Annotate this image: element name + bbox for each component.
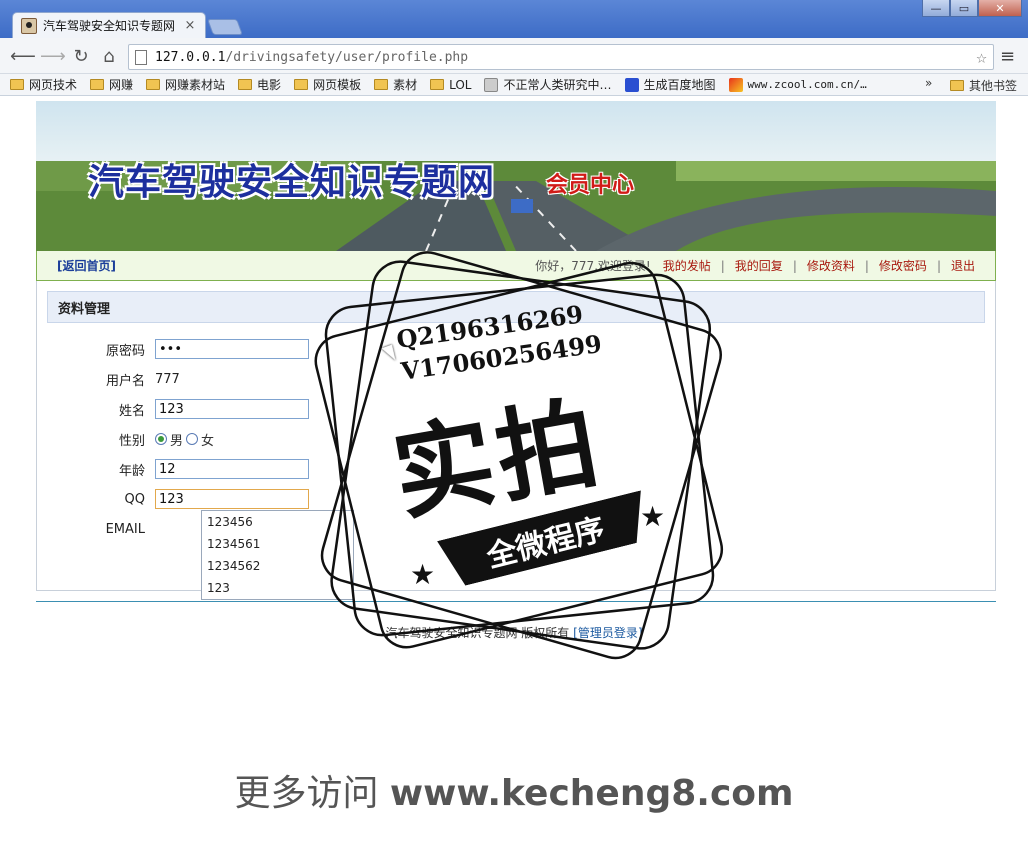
username-value: 777	[155, 371, 180, 387]
zcool-icon	[728, 77, 743, 92]
bookmark-item[interactable]: LOL	[430, 78, 471, 92]
url-host: 127.0.0.1	[155, 49, 226, 65]
bookmark-item[interactable]: 生成百度地图	[624, 76, 716, 93]
bookmarks-overflow-icon[interactable]: »	[925, 76, 932, 90]
new-tab-button[interactable]	[207, 19, 243, 35]
username-label: 用户名	[105, 373, 145, 389]
age-row: 年龄	[0, 458, 309, 480]
qq-row: QQ	[0, 488, 309, 510]
site-title: 汽车驾驶安全知识专题网	[88, 161, 496, 203]
site-favicon-icon	[21, 17, 37, 34]
star-icon: ★	[410, 558, 436, 591]
old-password-row: 原密码	[0, 338, 309, 360]
tab-close-icon[interactable]: ×	[183, 18, 197, 33]
site-banner: 汽车驾驶安全知识专题网 会员中心	[36, 101, 996, 251]
bookmark-item[interactable]: 素材	[374, 76, 417, 93]
email-label: EMAIL	[105, 521, 145, 537]
site-subtitle: 会员中心	[546, 173, 635, 198]
nav-separator: |	[936, 258, 941, 273]
bookmarks-bar: 网页技术 网赚 网赚素材站 电影 网页模板 素材 LOL 不正常人类研究中… 生…	[0, 74, 1028, 96]
bookmark-item[interactable]: 电影	[238, 76, 281, 93]
star-icon: ★	[640, 500, 666, 533]
nav-separator: |	[864, 258, 869, 273]
gender-male-radio[interactable]	[155, 433, 167, 445]
age-input[interactable]	[155, 459, 309, 479]
old-password-input[interactable]	[155, 339, 309, 359]
url-path: /drivingsafety/user/profile.php	[225, 49, 469, 65]
browser-toolbar: ⟵ ⟶ ↻ ⌂ 127.0.0.1 /drivingsafety/user/pr…	[0, 38, 1028, 74]
qq-input[interactable]	[155, 489, 309, 509]
folder-icon	[90, 79, 105, 90]
folder-icon	[430, 79, 445, 90]
bottom-watermark-prefix: 更多访问	[234, 773, 390, 814]
folder-icon	[10, 79, 24, 90]
site-icon	[484, 77, 499, 92]
bookmark-item[interactable]: 网赚素材站	[146, 76, 225, 93]
email-row: EMAIL	[0, 518, 155, 540]
tab-title: 汽车驾驶安全知识专题网	[43, 19, 176, 33]
gender-label: 性别	[118, 433, 145, 449]
browser-titlebar: 汽车驾驶安全知识专题网 × — ▭ ✕	[0, 0, 1028, 38]
close-window-button[interactable]: ✕	[978, 0, 1022, 17]
bookmark-star-icon[interactable]: ☆	[976, 47, 987, 68]
bookmark-item[interactable]: 不正常人类研究中…	[484, 76, 612, 93]
change-password-link[interactable]: 修改密码	[879, 257, 927, 274]
browser-menu-icon[interactable]: ≡	[1000, 46, 1015, 67]
bookmark-item[interactable]: 网页技术	[10, 76, 77, 93]
forward-arrow-icon[interactable]: ⟶	[40, 46, 66, 68]
page-icon	[135, 49, 147, 65]
bottom-watermark-url: www.kecheng8.com	[389, 773, 794, 814]
maximize-button[interactable]: ▭	[950, 0, 978, 17]
watermark-stamp: Q2196316269 V17060256499 实拍 全微程序 ★ ★	[310, 250, 730, 670]
folder-icon	[294, 79, 309, 90]
minimize-button[interactable]: —	[922, 0, 950, 17]
username-row: 用户名 777	[0, 368, 180, 390]
bookmark-item[interactable]: 网赚	[90, 76, 133, 93]
gender-row: 性别 男 女	[0, 428, 217, 450]
browser-tab[interactable]: 汽车驾驶安全知识专题网 ×	[12, 12, 206, 38]
folder-icon	[238, 79, 253, 90]
my-replies-link[interactable]: 我的回复	[735, 257, 783, 274]
name-row: 姓名	[0, 398, 309, 420]
edit-profile-link[interactable]: 修改资料	[807, 257, 855, 274]
back-home-link[interactable]: [返回首页]	[57, 257, 116, 274]
age-label: 年龄	[118, 463, 145, 479]
qq-label: QQ	[124, 491, 145, 507]
folder-icon	[374, 79, 389, 90]
window-controls: — ▭ ✕	[922, 0, 1022, 17]
home-icon[interactable]: ⌂	[98, 46, 120, 68]
bookmark-item[interactable]: 网页模板	[294, 76, 361, 93]
bookmark-item[interactable]: www.zcool.com.cn/…	[728, 77, 867, 92]
folder-icon	[146, 79, 161, 90]
folder-icon	[950, 80, 964, 91]
other-bookmarks[interactable]: 其他书签	[950, 77, 1017, 94]
name-label: 姓名	[118, 403, 145, 419]
gender-female-label: 女	[201, 433, 215, 449]
nav-separator: |	[792, 258, 797, 273]
reload-icon[interactable]: ↻	[70, 46, 92, 68]
bottom-watermark: 更多访问 www.kecheng8.com	[0, 764, 1028, 816]
baidu-paw-icon	[624, 77, 639, 92]
old-password-label: 原密码	[105, 343, 145, 359]
address-bar[interactable]: 127.0.0.1 /drivingsafety/user/profile.ph…	[128, 44, 994, 70]
gender-female-radio[interactable]	[186, 433, 199, 445]
logout-link[interactable]: 退出	[951, 257, 975, 274]
back-arrow-icon[interactable]: ⟵	[10, 46, 36, 68]
gender-male-label: 男	[170, 433, 184, 449]
name-input[interactable]	[155, 399, 309, 419]
